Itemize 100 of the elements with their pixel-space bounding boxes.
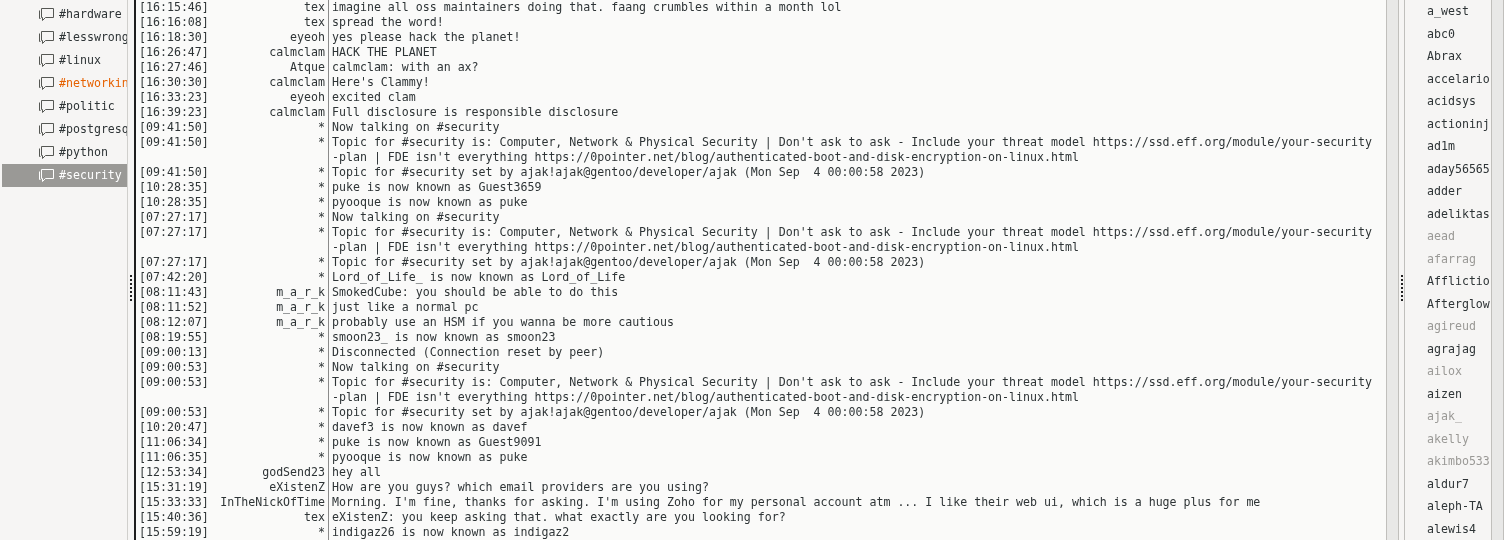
nickname: * [211,345,329,360]
user-item[interactable]: acidsys [1427,90,1491,113]
chat-bubble-icon [38,99,55,114]
timestamp: [15:59:19] [139,525,210,540]
timestamp: [09:00:53] [139,375,210,391]
scrollbar[interactable] [1491,0,1504,540]
timestamp: [08:11:43] [139,285,210,300]
message-text: eXistenZ: you keep asking that. what exactly are you looking for? [331,510,787,525]
timestamp: [11:06:34] [139,435,210,450]
nickname: * [211,270,329,285]
message-text: Now talking on #security [331,120,501,135]
message-text: Topic for #security is: Computer, Network & Physical Security | Don't ask to ask - Include your threat model https://ssd.eff.org/module/your-security-plan | FDE isn't everything https://0pointer.net/blog/authenticated-boot-and-disk-encryption-on-linux.html [331,225,1372,255]
user-item[interactable]: aizen [1427,382,1491,405]
nickname: * [211,120,329,135]
nickname: * [211,525,329,540]
timestamp: [10:28:35] [139,195,210,210]
channel-item[interactable]: #politic [2,95,127,118]
timestamp: [07:42:20] [139,270,210,285]
nickname: * [211,405,329,420]
user-item[interactable]: aldur7 [1427,472,1491,495]
user-item[interactable]: agrajag [1427,337,1491,360]
timestamp: [09:00:13] [139,345,210,360]
nickname: * [211,330,329,345]
nickname: * [211,420,329,435]
user-item[interactable]: ad1m [1427,135,1491,158]
message-text: indigaz26 is now known as indigaz2 [331,525,571,540]
timestamp: [10:28:35] [139,180,210,195]
nickname: * [211,165,329,180]
message-text: Now talking on #security [331,360,501,375]
user-item[interactable]: aleph-TA [1427,495,1491,518]
message-text: just like a normal pc [331,300,480,315]
user-item[interactable]: accelario [1427,67,1491,90]
message-text: Here's Clammy! [331,75,431,90]
timestamp: [15:33:33] [139,495,210,510]
nickname: * [211,360,329,375]
channel-item[interactable]: #linux [2,49,127,72]
chat-bubble-icon [38,76,55,91]
timestamp: [09:41:50] [139,120,210,135]
message-text: smoon23_ is now known as smoon23 [331,330,557,345]
nickname: tex [211,510,329,525]
scrollbar[interactable] [1386,0,1399,540]
nickname: tex [211,0,329,15]
nickname: Atque [211,60,329,75]
user-item[interactable]: a_west [1427,0,1491,23]
message-text: spread the word! [331,15,445,30]
nickname: * [211,450,329,465]
timestamp: [09:41:50] [139,135,210,151]
nickname: * [211,180,329,195]
user-item[interactable]: Abrax [1427,45,1491,68]
timestamp: [08:11:52] [139,300,210,315]
timestamp: [16:18:30] [139,30,210,45]
nickname: m_a_r_k [211,300,329,315]
timestamp: [08:19:55] [139,330,210,345]
nickname: m_a_r_k [211,315,329,330]
user-item[interactable]: Afterglow [1427,292,1491,315]
nickname: tex [211,15,329,30]
chat-bubble-icon [38,7,55,22]
chat-bubble-icon [38,53,55,68]
message-text: calmclam: with an ax? [331,60,480,75]
message-text: yes please hack the planet! [331,30,522,45]
message-text: Topic for #security set by ajak!ajak@gentoo/developer/ajak (Mon Sep 4 00:00:58 2023) [331,255,927,270]
nickname: * [211,210,329,225]
timestamp: [16:15:46] [139,0,210,15]
message-text: pyooque is now known as puke [331,450,529,465]
timestamp: [11:06:35] [139,450,210,465]
nickname: eyeoh [211,30,329,45]
nickname: calmclam [211,75,329,90]
chat-bubble-icon [38,30,55,45]
message-text: SmokedCube: you should be able to do this [331,285,620,300]
timestamp: [16:27:46] [139,60,210,75]
message-text: Now talking on #security [331,210,501,225]
channel-item[interactable]: #lesswrong [2,26,127,49]
channel-item[interactable]: #hardware [2,3,127,26]
user-item[interactable]: adeliktas [1427,202,1491,225]
message-text: Full disclosure is responsible disclosure [331,105,620,120]
user-item[interactable]: Afflictio [1427,270,1491,293]
user-item[interactable]: actioninj [1427,112,1491,135]
channel-item[interactable]: #postgresq [2,118,127,141]
nickname: InTheNickOfTime [211,495,329,510]
nickname: * [211,435,329,450]
message-text: probably use an HSM if you wanna be more cautious [331,315,676,330]
message-text: Topic for #security is: Computer, Network & Physical Security | Don't ask to ask - Include your threat model https://ssd.eff.org/module/your-security-plan | FDE isn't everything https://0pointer.net/blog/authenticated-boot-and-disk-encryption-on-linux.html [331,375,1372,405]
timestamp: [12:53:34] [139,465,210,480]
user-item[interactable]: aday56565 [1427,157,1491,180]
user-item[interactable]: adder [1427,180,1491,203]
nickname: * [211,195,329,210]
timestamp: [16:30:30] [139,75,210,90]
user-item[interactable]: abc0 [1427,22,1491,45]
timestamp: [07:27:17] [139,225,210,241]
user-item[interactable]: alewis4 [1427,517,1491,540]
channel-item[interactable]: #python [2,141,127,164]
timestamp: [09:41:50] [139,165,210,180]
message-text: Disconnected (Connection reset by peer) [331,345,606,360]
nickname: calmclam [211,45,329,60]
timestamp: [09:00:53] [139,360,210,375]
timestamp: [07:27:17] [139,210,210,225]
resize-grip[interactable] [1400,275,1403,301]
timestamp: [16:33:23] [139,90,210,105]
nickname: m_a_r_k [211,285,329,300]
timestamp: [15:40:36] [139,510,210,525]
